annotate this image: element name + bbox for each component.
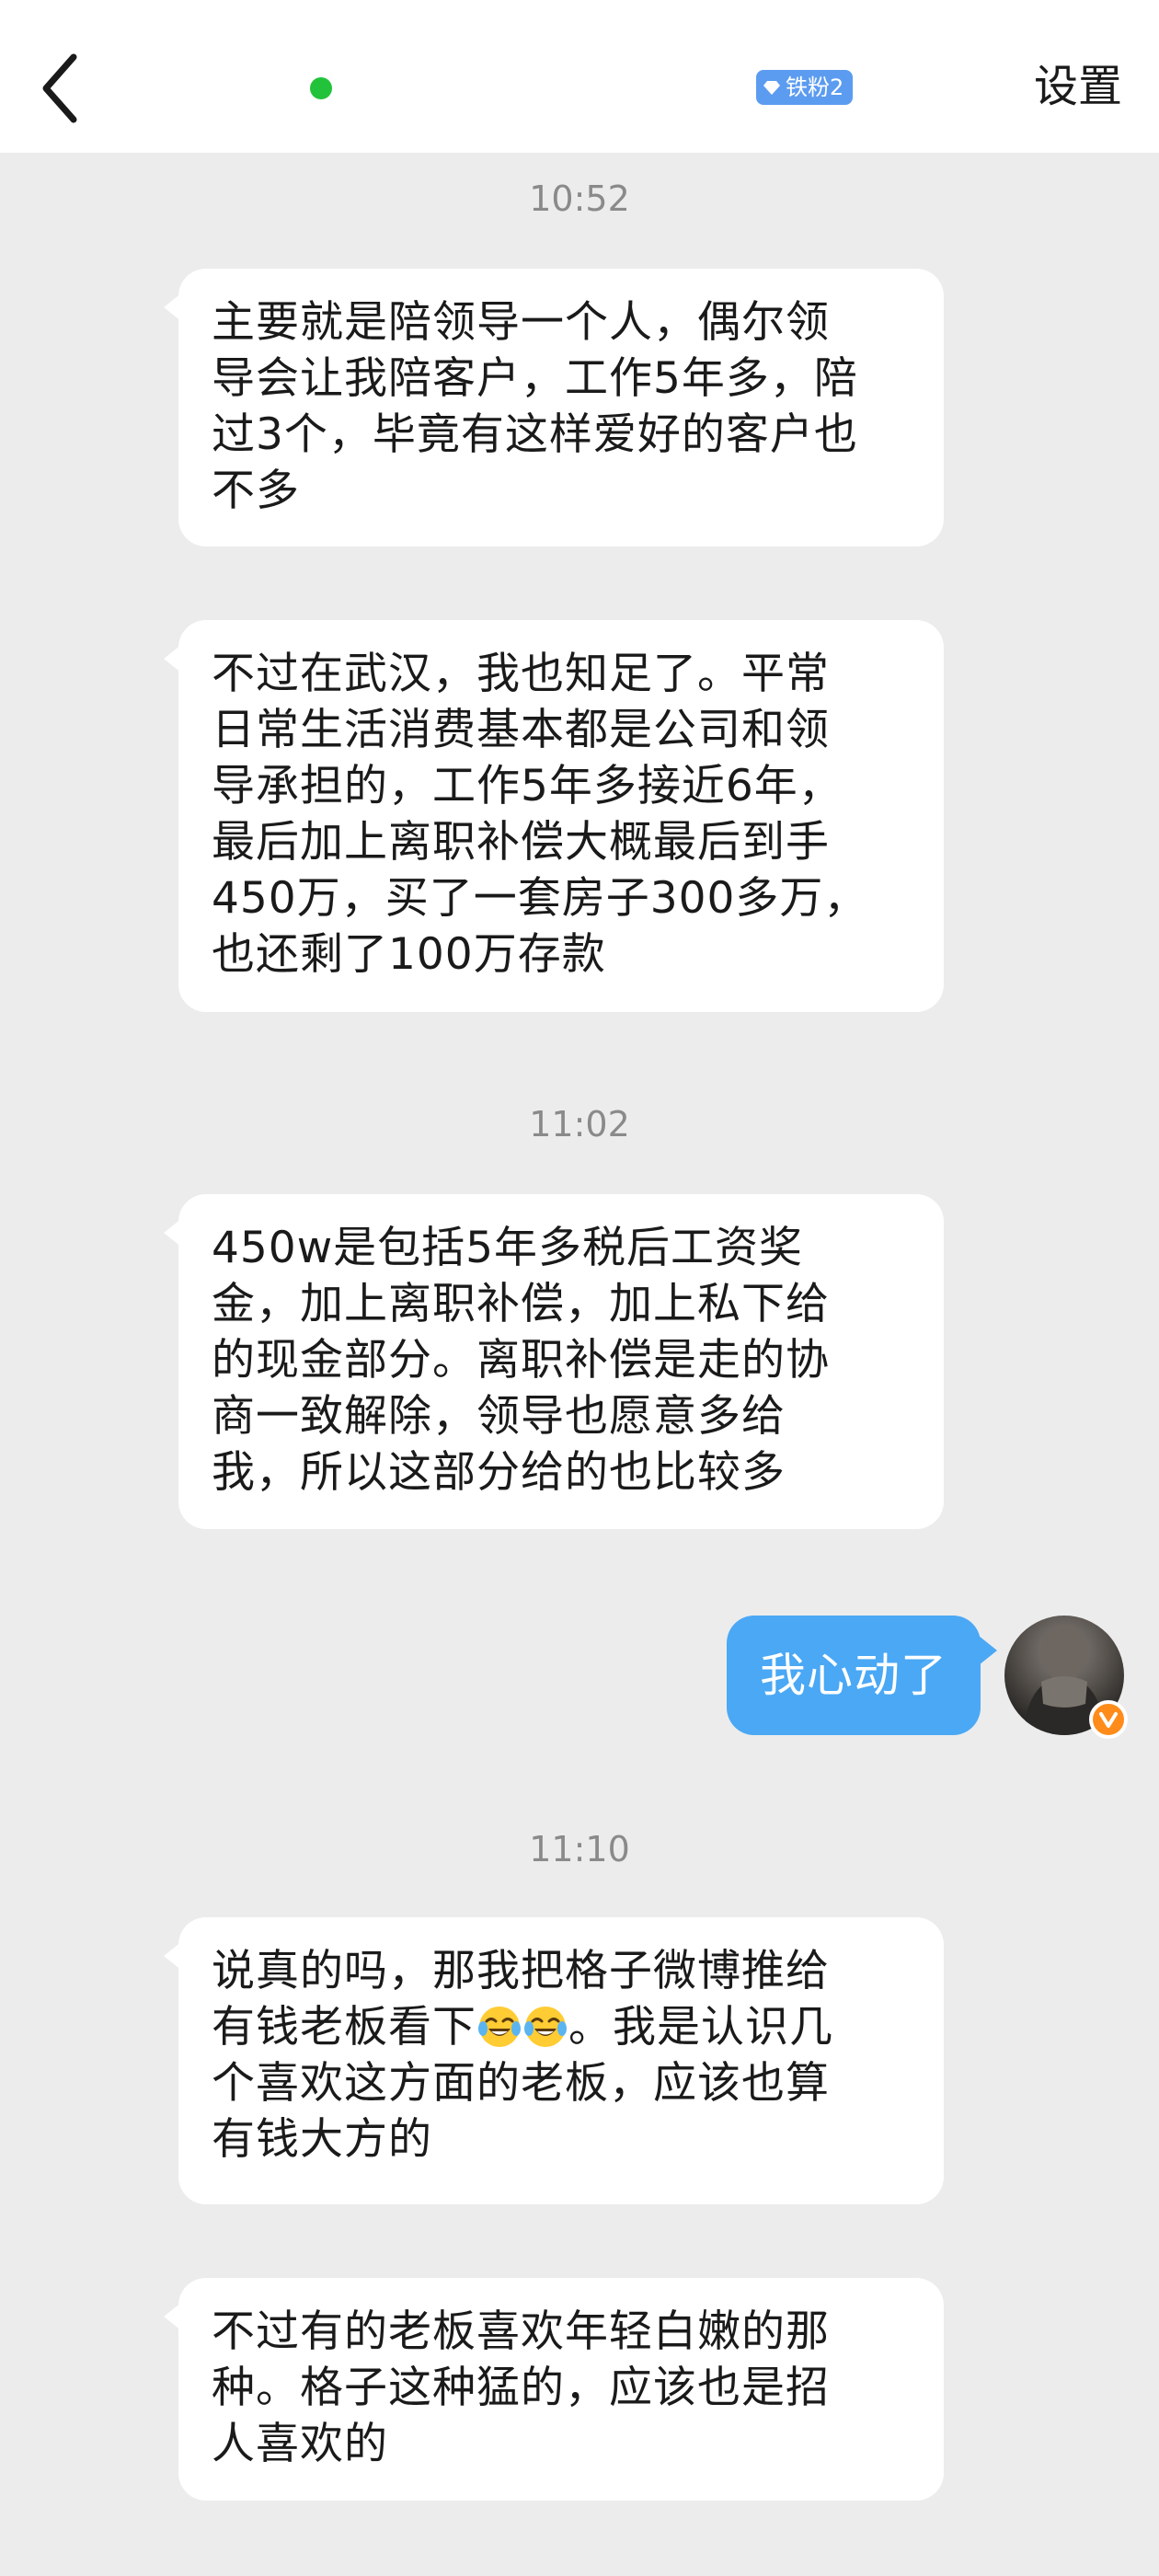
message-line: 过3个，毕竟有这样爱好的客户也 xyxy=(212,409,858,460)
tears-of-joy-emoji xyxy=(524,2007,567,2047)
incoming-message[interactable]: 450w是包括5年多税后工资奖 金，加上离职补偿，加上私下给 的现金部分。离职补… xyxy=(164,1194,944,1529)
message-line: 不过有的老板喜欢年轻白嫩的那 xyxy=(212,2306,830,2357)
message-line: 最后加上离职补偿大概最后到手 xyxy=(212,817,830,868)
fan-level-label: 铁粉2 xyxy=(786,75,844,100)
message-line: 不过在武汉，我也知足了。平常 xyxy=(212,649,830,699)
message-line: 不多 xyxy=(212,466,300,516)
diamond-icon xyxy=(763,81,780,95)
message-line: 个喜欢这方面的老板，应该也算 xyxy=(212,2058,830,2109)
message-timestamp: 11:02 xyxy=(529,1104,630,1144)
incoming-message[interactable]: 主要就是陪领导一个人，偶尔领 导会让我陪客户，工作5年多，陪 过3个，毕竟有这样… xyxy=(164,269,944,546)
message-line: 商一致解除，领导也愿意多给 xyxy=(212,1391,786,1442)
settings-button[interactable]: 设置 xyxy=(1034,57,1122,116)
tears-of-joy-emoji xyxy=(478,2007,521,2047)
message-text: 有钱老板看下 xyxy=(212,2002,476,2053)
verified-v-icon xyxy=(1089,1700,1128,1739)
message-line: 有钱大方的 xyxy=(212,2114,432,2165)
message-line: 450万，买了一套房子300多万， xyxy=(212,873,868,924)
chevron-left-icon xyxy=(42,53,77,123)
message-text: 。我是认识几 xyxy=(568,2002,833,2053)
message-line: 450w是包括5年多税后工资奖 xyxy=(212,1223,804,1273)
message-timestamp: 11:10 xyxy=(529,1829,630,1869)
back-button[interactable] xyxy=(28,46,92,129)
message-line: 导会让我陪客户，工作5年多，陪 xyxy=(212,353,858,404)
message-line: 主要就是陪领导一个人，偶尔领 xyxy=(212,297,830,348)
avatar[interactable] xyxy=(1004,1616,1128,1739)
message-timestamp: 10:52 xyxy=(529,178,630,219)
incoming-message[interactable]: 不过在武汉，我也知足了。平常 日常生活消费基本都是公司和领 导承担的，工作5年多… xyxy=(164,620,944,1012)
message-line: 我，所以这部分给的也比较多 xyxy=(212,1447,786,1498)
message-line: 导承担的，工作5年多接近6年， xyxy=(212,761,843,811)
online-status-dot xyxy=(310,77,332,99)
message-line: 人喜欢的 xyxy=(212,2419,388,2469)
incoming-message[interactable]: 说真的吗，那我把格子微博推给 有钱老板看下 。我是认识几 个喜欢这方面的老板，应… xyxy=(164,1917,944,2204)
incoming-message[interactable]: 不过有的老板喜欢年轻白嫩的那 种。格子这种猛的，应该也是招 人喜欢的 xyxy=(164,2278,944,2501)
fan-level-badge: 铁粉2 xyxy=(756,70,854,105)
message-line: 种。格子这种猛的，应该也是招 xyxy=(212,2363,830,2413)
message-line: 说真的吗，那我把格子微博推给 xyxy=(212,1946,830,1996)
message-line: 金，加上离职补偿，加上私下给 xyxy=(212,1279,830,1329)
message-line: 的现金部分。离职补偿是走的协 xyxy=(212,1335,830,1386)
chat-header: 铁粉2 设置 xyxy=(0,0,1159,153)
message-line-with-emoji: 有钱老板看下 。我是认识几 xyxy=(212,1999,911,2055)
outgoing-message[interactable]: 我心动了 xyxy=(727,1616,997,1735)
message-line: 日常生活消费基本都是公司和领 xyxy=(212,705,830,755)
message-line: 也还剩了100万存款 xyxy=(212,929,606,980)
